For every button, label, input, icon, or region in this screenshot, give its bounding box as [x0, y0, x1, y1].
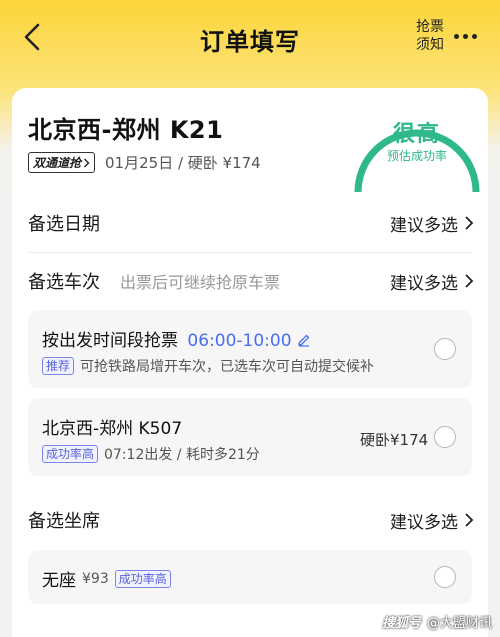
alt-seat-row[interactable]: 备选坐席 建议多选 [28, 505, 474, 535]
option-desc-text: 07:12出发 / 耗时多21分 [104, 447, 260, 463]
alt-train-action[interactable]: 建议多选 [390, 269, 474, 294]
alt-date-label: 备选日期 [28, 214, 100, 235]
dual-channel-label: 双通道抢 [33, 156, 82, 170]
watermark-text: @大盟财讯 [426, 616, 492, 631]
high-success-badge: 成功率高 [42, 445, 99, 463]
train-date-seat-price: 01月25日 / 硬卧 ¥174 [105, 154, 261, 172]
notice-line-2: 须知 [416, 37, 444, 53]
seat-type: 无座 [42, 571, 76, 591]
top-nav: 订单填写 抢票 须知 [0, 0, 500, 80]
alt-date-action[interactable]: 建议多选 [390, 211, 474, 236]
time-range-value[interactable]: 06:00-10:00 [187, 331, 291, 351]
recommend-badge: 推荐 [42, 357, 75, 375]
train-k507-option[interactable]: 北京西-郑州 K507 成功率高 07:12出发 / 耗时多21分 硬卧¥174 [28, 398, 472, 476]
alt-seat-label: 备选坐席 [28, 511, 100, 532]
chevron-right-icon [84, 158, 90, 167]
alt-train-action-label: 建议多选 [390, 273, 458, 294]
option-desc: 推荐 可抢铁路局增开车次，已选车次可自动提交候补 [42, 356, 374, 376]
order-card: 北京西-郑州 K21 双通道抢 01月25日 / 硬卧 ¥174 很高 预估成功… [12, 88, 488, 637]
seat-no-seat-radio[interactable] [434, 566, 456, 588]
divider [28, 252, 472, 253]
chevron-right-icon [465, 274, 474, 288]
success-rate-label: 预估成功率 [386, 149, 447, 163]
train-k507-radio[interactable] [434, 426, 456, 448]
time-range-option[interactable]: 按出发时间段抢票 06:00-10:00 推荐 可抢铁路局增开车次，已选车次可自… [28, 310, 472, 388]
high-success-badge: 成功率高 [114, 569, 171, 588]
alt-train-row[interactable]: 备选车次 出票后可继续抢原车票 建议多选 [28, 266, 474, 296]
more-icon[interactable] [454, 34, 477, 39]
notice-line-1: 抢票 [416, 19, 444, 35]
time-range-title: 按出发时间段抢票 [42, 331, 178, 351]
success-rate-gauge: 很高 预估成功率 [348, 92, 486, 192]
option-title: 北京西-郑州 K507 [42, 419, 183, 439]
booking-notice-link[interactable]: 抢票 须知 [414, 18, 446, 54]
option-desc-text: 可抢铁路局增开车次，已选车次可自动提交候补 [80, 359, 375, 375]
option-title: 按出发时间段抢票 06:00-10:00 [42, 326, 311, 351]
edit-pencil-icon[interactable] [297, 333, 311, 347]
success-rate-value: 很高 [392, 122, 441, 147]
seat-option-line: 无座 ¥93 成功率高 [42, 566, 171, 591]
dual-channel-tag[interactable]: 双通道抢 [28, 152, 96, 173]
option-price: 硬卧¥174 [360, 431, 429, 449]
watermark: 搜狐号 @大盟财讯 [382, 612, 492, 631]
alt-date-row[interactable]: 备选日期 建议多选 [28, 208, 474, 238]
alt-date-action-label: 建议多选 [390, 215, 458, 236]
chevron-right-icon [465, 513, 474, 527]
alt-seat-action-label: 建议多选 [390, 512, 458, 533]
seat-price: ¥93 [82, 570, 109, 587]
option-desc: 成功率高 07:12出发 / 耗时多21分 [42, 444, 260, 464]
chevron-right-icon [465, 216, 474, 230]
seat-no-seat-option[interactable]: 无座 ¥93 成功率高 [28, 550, 472, 604]
alt-train-label: 备选车次 [28, 272, 100, 293]
watermark-logo: 搜狐号 [381, 616, 421, 631]
alt-seat-action[interactable]: 建议多选 [390, 508, 474, 533]
train-meta: 双通道抢 01月25日 / 硬卧 ¥174 [28, 152, 261, 173]
time-range-radio[interactable] [434, 338, 456, 360]
alt-train-hint: 出票后可继续抢原车票 [120, 273, 281, 292]
train-route: 北京西-郑州 K21 [28, 116, 224, 144]
